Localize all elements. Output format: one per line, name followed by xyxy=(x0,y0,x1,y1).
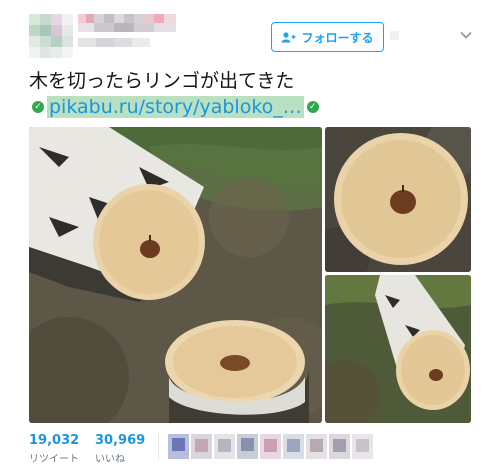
tweet-link[interactable]: ✓ pikabu.ru/story/yabloko_… ✓ xyxy=(29,96,322,118)
tweet-photo-large[interactable] xyxy=(29,127,322,423)
stats-divider xyxy=(158,434,159,460)
avatar[interactable] xyxy=(29,14,73,58)
tweet-photo-bottom-right[interactable] xyxy=(325,275,471,423)
follow-button[interactable]: フォローする xyxy=(271,22,384,52)
verified-link-icon: ✓ xyxy=(306,101,319,113)
user-handle xyxy=(78,38,150,47)
like-count[interactable]: 30,969 xyxy=(95,433,145,448)
display-name[interactable] xyxy=(78,14,176,32)
add-user-icon xyxy=(281,31,296,42)
follow-button-label: フォローする xyxy=(301,30,374,45)
verified-link-icon: ✓ xyxy=(32,101,44,113)
tweet-text: 木を切ったらリンゴが出てきた xyxy=(29,70,295,92)
retweet-label: リツイート xyxy=(29,454,79,465)
chevron-down-icon[interactable] xyxy=(459,27,473,41)
follow-badge xyxy=(390,31,399,40)
tweet-link-text[interactable]: pikabu.ru/story/yabloko_… xyxy=(47,96,304,118)
liker-avatars[interactable] xyxy=(168,434,375,459)
like-label: いいね xyxy=(95,454,125,465)
tweet-photo-top-right[interactable] xyxy=(325,127,471,272)
retweet-count[interactable]: 19,032 xyxy=(29,433,79,448)
